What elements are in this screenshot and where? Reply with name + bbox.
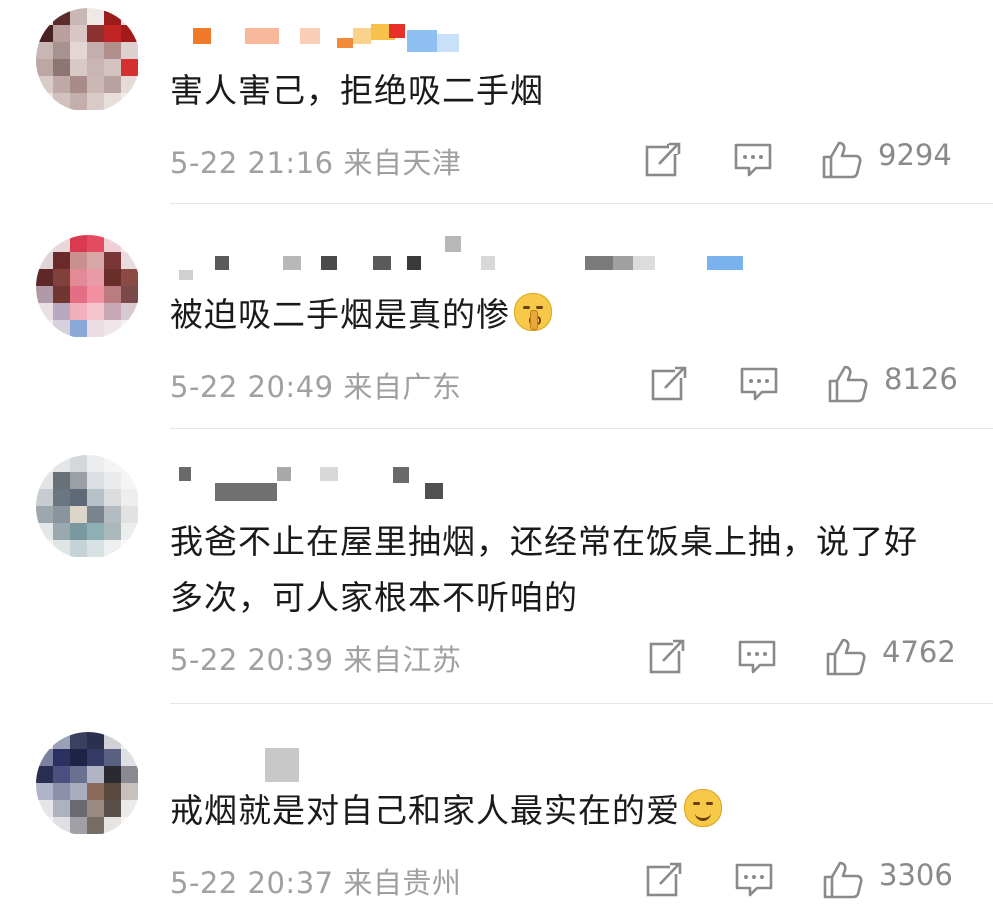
repost-icon[interactable] bbox=[649, 364, 689, 408]
username-redacted[interactable] bbox=[175, 461, 475, 501]
divider bbox=[170, 203, 993, 204]
shushing-face-emoji bbox=[514, 293, 552, 331]
avatar[interactable] bbox=[36, 8, 140, 112]
comment-item: 戒烟就是对自己和家人最实在的爱 5-22 20:37 来自贵州 3306 bbox=[0, 710, 993, 900]
comment-timestamp: 5-22 20:37 bbox=[170, 866, 334, 900]
comment-icon[interactable] bbox=[732, 140, 774, 184]
thumbs-up-icon[interactable] bbox=[824, 637, 868, 681]
avatar[interactable] bbox=[36, 455, 140, 559]
username-redacted[interactable] bbox=[175, 234, 755, 280]
comment-icon[interactable] bbox=[736, 637, 778, 681]
comment-icon[interactable] bbox=[738, 364, 780, 408]
repost-icon[interactable] bbox=[643, 140, 683, 184]
comment-meta: 5-22 20:39 来自江苏 bbox=[170, 637, 461, 679]
comment-icon[interactable] bbox=[733, 860, 775, 904]
thumbs-up-icon[interactable] bbox=[820, 140, 864, 184]
comment-text: 我爸不止在屋里抽烟，还经常在饭桌上抽，说了好多次，可人家根本不听咱的 bbox=[170, 522, 918, 617]
comment-location: 来自贵州 bbox=[343, 866, 462, 900]
like-count: 9294 bbox=[878, 138, 952, 172]
username-redacted[interactable] bbox=[175, 22, 475, 52]
comment-item: 害人害己，拒绝吸二手烟 5-22 21:16 来自天津 9294 bbox=[0, 0, 993, 200]
comment-timestamp: 5-22 20:39 bbox=[170, 643, 334, 677]
thumbs-up-icon[interactable] bbox=[826, 364, 870, 408]
username-redacted[interactable] bbox=[175, 744, 315, 784]
comment-location: 来自江苏 bbox=[343, 643, 462, 677]
comment-meta: 5-22 20:49 来自广东 bbox=[170, 364, 461, 406]
comment-timestamp: 5-22 20:49 bbox=[170, 370, 334, 404]
like-count: 4762 bbox=[882, 635, 956, 669]
comment-text-content: 被迫吸二手烟是真的惨 bbox=[170, 295, 510, 334]
comment-location: 来自广东 bbox=[343, 370, 462, 404]
divider bbox=[170, 428, 993, 429]
comment-location: 来自天津 bbox=[343, 146, 462, 180]
divider bbox=[170, 703, 993, 704]
comment-item: 被迫吸二手烟是真的惨 5-22 20:49 来自广东 8126 bbox=[0, 210, 993, 425]
comment-actions: 3306 bbox=[641, 856, 971, 900]
comment-text: 戒烟就是对自己和家人最实在的爱 bbox=[170, 783, 960, 839]
repost-icon[interactable] bbox=[644, 860, 684, 904]
comment-text: 被迫吸二手烟是真的惨 bbox=[170, 287, 960, 343]
avatar[interactable] bbox=[36, 732, 140, 836]
smiling-face-emoji bbox=[684, 789, 722, 827]
comment-actions: 4762 bbox=[644, 633, 974, 677]
comment-actions: 9294 bbox=[640, 136, 970, 180]
like-count: 3306 bbox=[879, 858, 953, 892]
avatar[interactable] bbox=[36, 235, 140, 339]
comment-item: 我爸不止在屋里抽烟，还经常在饭桌上抽，说了好多次，可人家根本不听咱的 5-22 … bbox=[0, 435, 993, 705]
comment-actions: 8126 bbox=[646, 360, 976, 404]
comment-meta: 5-22 21:16 来自天津 bbox=[170, 140, 461, 182]
like-count: 8126 bbox=[884, 362, 958, 396]
repost-icon[interactable] bbox=[647, 637, 687, 681]
comment-meta: 5-22 20:37 来自贵州 bbox=[170, 860, 461, 902]
comment-text: 害人害己，拒绝吸二手烟 bbox=[170, 71, 544, 110]
comment-text-content: 戒烟就是对自己和家人最实在的爱 bbox=[170, 791, 680, 830]
thumbs-up-icon[interactable] bbox=[821, 860, 865, 904]
comment-timestamp: 5-22 21:16 bbox=[170, 146, 334, 180]
